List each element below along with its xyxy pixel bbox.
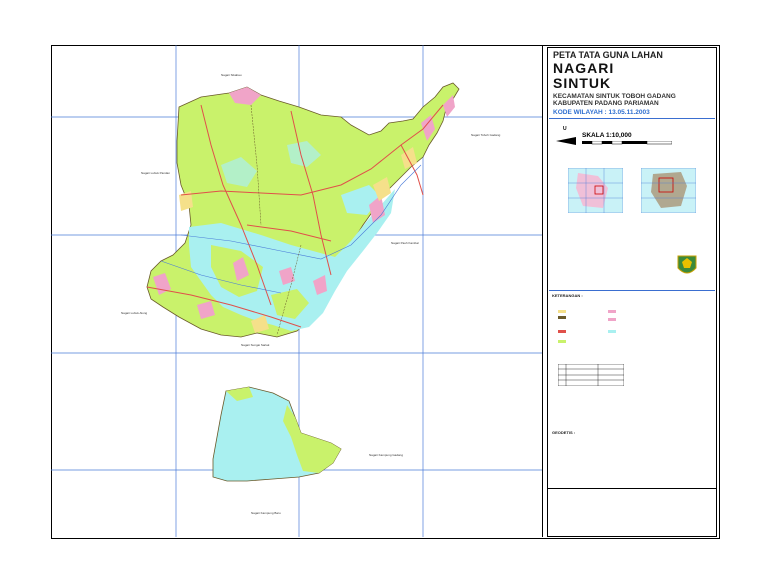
legend-swatch-yellow — [558, 310, 566, 313]
legend-swatch-green — [558, 340, 566, 343]
divider — [549, 118, 715, 119]
map-frame[interactable]: Nagari Sikabau Nagari Lubuk Pandan Nagar… — [51, 45, 543, 537]
emblem-icon — [677, 255, 697, 274]
legend-swatch-boundary — [558, 316, 566, 319]
inset-map-location — [568, 168, 623, 213]
nagari-south-area — [212, 386, 342, 482]
legend-swatch-cyan — [608, 330, 616, 333]
neighbor-label-sungai-sariak: Nagari Sungai Sariak — [241, 343, 270, 347]
legend-swatch-road — [558, 330, 566, 333]
kode-wilayah-label: KODE WILAYAH : 13.05.11.2003 — [553, 109, 650, 116]
neighbor-label-kampung-gadang: Nagari Kampung Gadang — [369, 453, 404, 457]
inset-map-region — [641, 168, 696, 213]
neighbor-label-pauh-kambar: Nagari Pauh Kambar — [391, 241, 420, 245]
nagari-main-area — [146, 82, 460, 338]
kabupaten-label: KABUPATEN PADANG PARIAMAN — [553, 100, 659, 107]
legend-table — [558, 364, 624, 386]
kecamatan-label: KECAMATAN SINTUK TOBOH GADANG — [553, 93, 676, 100]
keterangan-heading: KETERANGAN : — [552, 293, 583, 298]
neighbor-label-toboh-gadang: Nagari Toboh Gadang — [471, 133, 501, 137]
divider — [549, 290, 715, 291]
map-title-line1: PETA TATA GUNA LAHAN — [553, 50, 663, 60]
map-title-line2: NAGARI — [553, 60, 615, 76]
north-label: U — [563, 126, 567, 132]
legend-swatch-pink — [608, 310, 616, 313]
neighbor-label-lubuk-alung: Nagari Lubuk Alung — [121, 311, 148, 315]
divider — [548, 488, 716, 489]
neighbor-label-lubuk-pandan: Nagari Lubuk Pandan — [141, 171, 171, 175]
legend-swatch-pink-2 — [608, 318, 616, 321]
neighbor-label-sikabau: Nagari Sikabau — [221, 73, 242, 77]
geodetis-heading: GEODETIS : — [552, 430, 576, 435]
neighbor-label-kampung-baru: Nagari Kampung Baru — [251, 511, 281, 515]
map-canvas — [51, 45, 542, 537]
scale-label: SKALA 1:10,000 — [582, 132, 632, 139]
map-title-line3: SINTUK — [553, 75, 612, 91]
legend-panel: PETA TATA GUNA LAHAN NAGARI SINTUK KECAM… — [547, 47, 717, 537]
scale-bar — [582, 141, 672, 145]
north-arrow-icon — [556, 137, 576, 145]
